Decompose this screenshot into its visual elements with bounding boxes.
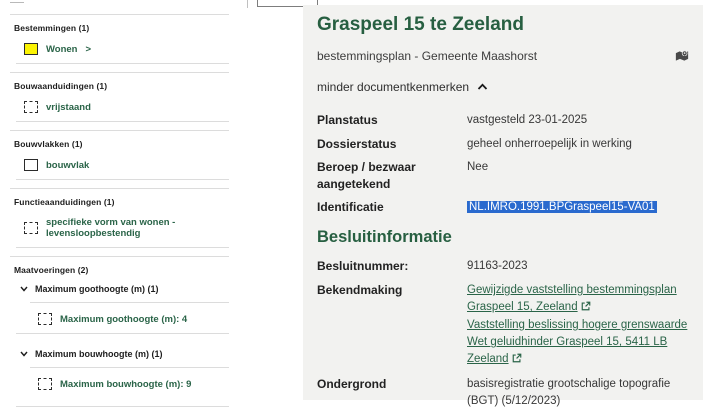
divider bbox=[10, 256, 229, 257]
kv-label: Ondergrond bbox=[317, 376, 465, 407]
legend-item-label: Wonen bbox=[46, 44, 78, 55]
kv-label: Besluitnummer: bbox=[317, 258, 465, 275]
kv-label: Identificatie bbox=[317, 199, 465, 216]
legend-subgroup-goothoogte[interactable]: Maximum goothoogte (m) (1) bbox=[20, 284, 229, 294]
document-detail-panel: Graspeel 15 te Zeeland bestemmingsplan -… bbox=[303, 5, 703, 400]
legend-group-functieaanduidingen-title: Functieaanduidingen (1) bbox=[14, 197, 229, 207]
specifieke-vorm-swatch bbox=[24, 222, 38, 234]
legend-group-bouwvlakken-title: Bouwvlakken (1) bbox=[14, 139, 229, 149]
legend-item-vrijstaand: vrijstaand bbox=[24, 101, 229, 113]
legend-item-specifieke-vorm: specifieke vorm van wonen - levensloopbe… bbox=[24, 217, 229, 239]
show-on-map-button[interactable] bbox=[675, 50, 689, 62]
toggle-documentkenmerken[interactable]: minder documentkenmerken bbox=[317, 78, 689, 96]
kv-value: vastgesteld 23-01-2025 bbox=[467, 112, 689, 129]
vrijstaand-swatch bbox=[24, 101, 38, 113]
kv-label: Bekendmaking bbox=[317, 282, 465, 369]
kv-value: 91163-2023 bbox=[467, 258, 689, 275]
plan-type-subtitle: bestemmingsplan - Gemeente Maashorst bbox=[317, 49, 537, 63]
kv-value: geheel onherroepelijk in werking bbox=[467, 136, 689, 153]
divider bbox=[10, 14, 229, 15]
divider bbox=[10, 130, 229, 131]
legend-group-bouwaanduidingen-title: Bouwaanduidingen (1) bbox=[14, 81, 229, 91]
viewer-window: Bestemmingen (1) Wonen > Bouwaanduidinge… bbox=[0, 0, 720, 407]
bouwvlak-swatch bbox=[24, 159, 38, 171]
chevron-right-icon: > bbox=[86, 44, 92, 55]
wonen-color-swatch bbox=[24, 43, 38, 55]
legend-item-label: Maximum goothoogte (m): 4 bbox=[60, 314, 187, 325]
bekendmaking-link-2[interactable]: Vaststelling beslissing hogere grenswaar… bbox=[467, 319, 687, 366]
legend-item-goothoogte: Maximum goothoogte (m): 4 bbox=[38, 313, 229, 325]
goothoogte-swatch bbox=[38, 313, 52, 325]
legend-item-label: bouwvlak bbox=[46, 160, 89, 171]
legend-group-bestemmingen-title: Bestemmingen (1) bbox=[14, 23, 229, 33]
map-with-pin-icon bbox=[675, 50, 689, 65]
kv-value-identificatie: NL.IMRO.1991.BPGraspeel15-VA01 bbox=[467, 199, 689, 216]
divider bbox=[30, 367, 229, 368]
bouwhoogte-swatch bbox=[38, 378, 52, 390]
kv-label: Beroep / bezwaar aangetekend bbox=[317, 159, 465, 191]
legend-subgroup-bouwhoogte[interactable]: Maximum bouwhoogte (m) (1) bbox=[20, 349, 229, 359]
documentkenmerken-table: Planstatus vastgesteld 23-01-2025 Dossie… bbox=[317, 112, 689, 215]
kv-value: basisregistratie grootschalige topografi… bbox=[467, 376, 689, 407]
besluitinformatie-heading: Besluitinformatie bbox=[317, 228, 689, 247]
legend-subgroup-label: Maximum goothoogte (m) (1) bbox=[35, 284, 159, 294]
legend-item-bouwvlak: bouwvlak bbox=[24, 159, 229, 171]
legend-item-label: specifieke vorm van wonen - levensloopbe… bbox=[46, 217, 229, 239]
cutoff-element-fragment bbox=[10, 2, 24, 3]
selected-identificatie-text: NL.IMRO.1991.BPGraspeel15-VA01 bbox=[467, 201, 657, 213]
legend-sidebar: Bestemmingen (1) Wonen > Bouwaanduidinge… bbox=[0, 0, 229, 407]
divider bbox=[10, 188, 229, 189]
page-title: Graspeel 15 te Zeeland bbox=[317, 14, 689, 36]
kv-label: Dossierstatus bbox=[317, 136, 465, 153]
legend-item-label: Maximum bouwhoogte (m): 9 bbox=[60, 379, 191, 390]
kv-value: Nee bbox=[467, 159, 689, 191]
divider bbox=[30, 302, 229, 303]
chevron-up-icon bbox=[477, 78, 488, 96]
toggle-label: minder documentkenmerken bbox=[317, 80, 469, 94]
legend-item-wonen[interactable]: Wonen > bbox=[24, 43, 229, 55]
legend-item-label: vrijstaand bbox=[46, 102, 91, 113]
legend-subgroup-label: Maximum bouwhoogte (m) (1) bbox=[35, 349, 163, 359]
divider bbox=[10, 72, 229, 73]
link-text: Vaststelling beslissing hogere grenswaar… bbox=[467, 319, 687, 366]
legend-item-bouwhoogte: Maximum bouwhoogte (m): 9 bbox=[38, 378, 229, 390]
external-link-icon bbox=[512, 352, 522, 369]
legend-group-maatvoeringen-title: Maatvoeringen (2) bbox=[14, 265, 229, 275]
chevron-down-icon bbox=[20, 351, 28, 357]
chevron-down-icon bbox=[20, 286, 28, 292]
scrollbar-fragment bbox=[247, 0, 248, 8]
link-text: Gewijzigde vaststelling bestemmingsplan … bbox=[467, 284, 677, 313]
kv-label: Planstatus bbox=[317, 112, 465, 129]
external-link-icon bbox=[581, 300, 591, 317]
bekendmaking-link-1[interactable]: Gewijzigde vaststelling bestemmingsplan … bbox=[467, 284, 677, 313]
besluitinformatie-table: Besluitnummer: 91163-2023 Bekendmaking G… bbox=[317, 258, 689, 407]
